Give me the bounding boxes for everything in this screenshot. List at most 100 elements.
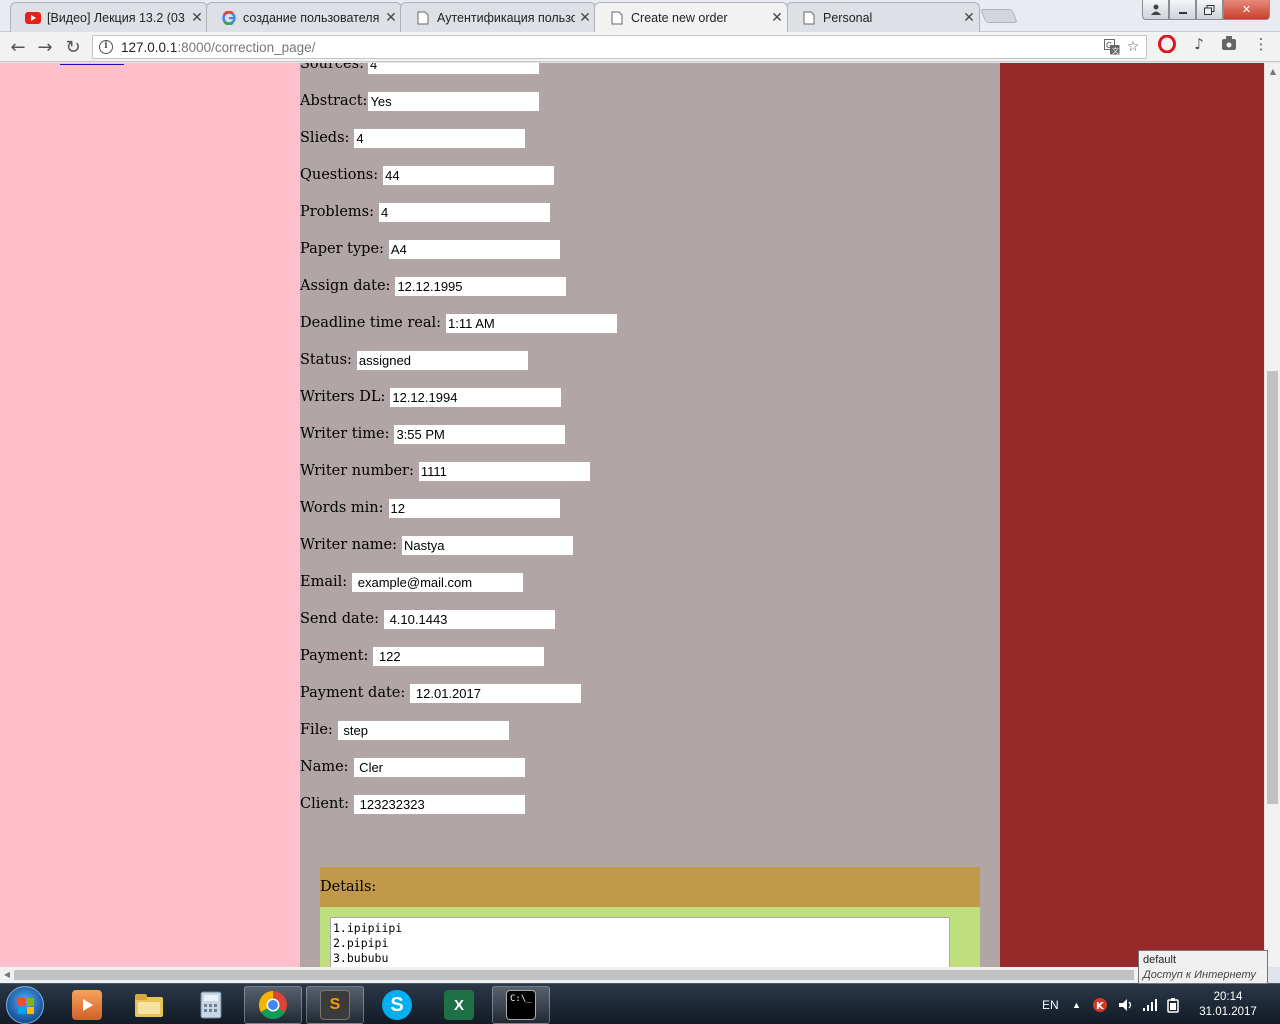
- window-close-button[interactable]: ✕: [1223, 0, 1270, 20]
- left-column: [0, 63, 300, 967]
- address-bar[interactable]: i 127.0.0.1:8000/correction_page/ G文 ☆: [92, 35, 1147, 59]
- field-name: Name: Cler: [300, 757, 525, 777]
- email-input[interactable]: example@mail.com: [352, 572, 524, 592]
- reload-button[interactable]: ↻: [61, 35, 85, 59]
- cmd-icon: C:\_: [506, 990, 536, 1020]
- taskbar-chrome[interactable]: [244, 986, 302, 1024]
- minimize-button[interactable]: [1169, 0, 1196, 20]
- youtube-icon: [25, 10, 41, 26]
- field-paper-type: Paper type: A4: [300, 239, 560, 259]
- user-icon[interactable]: [1142, 0, 1169, 20]
- taskbar-skype[interactable]: S: [368, 986, 426, 1024]
- field-questions: Questions: 44: [300, 165, 555, 185]
- tab-title: создание пользователя: [243, 10, 380, 25]
- taskbar-explorer[interactable]: [120, 986, 178, 1024]
- field-label: Sources:: [300, 63, 364, 72]
- new-tab-button[interactable]: [980, 9, 1018, 23]
- music-icon[interactable]: ♪: [1188, 35, 1210, 57]
- tooltip-title: default: [1143, 954, 1177, 966]
- opera-icon[interactable]: [1156, 34, 1178, 57]
- words-min-input[interactable]: 12: [388, 498, 560, 518]
- tab-authentication[interactable]: Аутентификация пользо ✕: [400, 2, 596, 32]
- power-icon[interactable]: [1166, 984, 1180, 1024]
- close-icon[interactable]: ✕: [959, 9, 979, 26]
- field-label: Payment date:: [300, 685, 406, 701]
- translate-icon[interactable]: G文: [1103, 39, 1121, 57]
- send-date-input[interactable]: 4.10.1443: [383, 609, 555, 629]
- writer-time-input[interactable]: 3:55 PM: [394, 424, 566, 444]
- field-payment: Payment: 122: [300, 646, 545, 666]
- clock-date: 31.01.2017: [1199, 1006, 1257, 1018]
- field-send-date: Send date: 4.10.1443: [300, 609, 555, 629]
- field-label: Assign date:: [300, 278, 391, 294]
- details-line: 1.ipipiipi: [333, 921, 403, 935]
- scroll-left-icon[interactable]: ◀: [0, 967, 14, 983]
- writers-dl-input[interactable]: 12.12.1994: [390, 387, 562, 407]
- field-abstract: Abstract: Yes: [300, 91, 540, 111]
- tab-personal[interactable]: Personal ✕: [786, 2, 980, 32]
- show-hidden-icons-icon[interactable]: ▲: [1072, 984, 1081, 1024]
- field-problems: Problems: 4: [300, 202, 550, 222]
- extension-icon[interactable]: [1218, 35, 1240, 57]
- start-button[interactable]: [6, 986, 44, 1024]
- top-link[interactable]: [60, 63, 124, 65]
- info-icon[interactable]: i: [99, 40, 113, 54]
- paper-type-input[interactable]: A4: [388, 239, 560, 259]
- skype-icon: S: [382, 990, 412, 1020]
- tab-google-search[interactable]: создание пользователя ✕: [206, 2, 402, 32]
- taskbar-calculator[interactable]: [182, 986, 240, 1024]
- network-tooltip: default Доступ к Интернету: [1138, 950, 1268, 984]
- horizontal-scrollbar[interactable]: ◀: [0, 967, 1264, 983]
- tooltip-status: Доступ к Интернету: [1143, 969, 1256, 981]
- field-label: Email:: [300, 574, 348, 590]
- taskbar-excel[interactable]: X: [430, 986, 488, 1024]
- restore-button[interactable]: [1196, 0, 1223, 20]
- details-textarea[interactable]: 1.ipipiipi 2.pipipi 3.bububu: [330, 917, 950, 967]
- name-input[interactable]: Cler: [353, 757, 525, 777]
- payment-date-input[interactable]: 12.01.2017: [410, 683, 582, 703]
- field-writer-name: Writer name: Nastya: [300, 535, 573, 555]
- close-icon[interactable]: ✕: [767, 9, 787, 26]
- horizontal-scroll-thumb[interactable]: [14, 970, 1134, 980]
- writer-name-input[interactable]: Nastya: [401, 535, 573, 555]
- client-input[interactable]: 123232323: [354, 794, 526, 814]
- vertical-scrollbar[interactable]: ▲: [1264, 63, 1280, 967]
- writer-number-input[interactable]: 1111: [418, 461, 590, 481]
- field-label: Name:: [300, 759, 349, 775]
- taskbar-sublime[interactable]: S: [306, 986, 364, 1024]
- vertical-scroll-thumb[interactable]: [1267, 371, 1278, 804]
- status-input[interactable]: assigned: [356, 350, 528, 370]
- file-input[interactable]: step: [337, 720, 509, 740]
- assign-date-input[interactable]: 12.12.1995: [395, 276, 567, 296]
- close-icon[interactable]: ✕: [575, 9, 595, 26]
- field-label: Status:: [300, 352, 352, 368]
- language-indicator[interactable]: EN: [1042, 984, 1059, 1024]
- questions-input[interactable]: 44: [383, 165, 555, 185]
- antivirus-icon[interactable]: K: [1092, 984, 1108, 1024]
- slieds-input[interactable]: 4: [354, 128, 526, 148]
- field-writer-time: Writer time: 3:55 PM: [300, 424, 566, 444]
- field-label: Questions:: [300, 167, 379, 183]
- taskbar-clock[interactable]: 20:14 31.01.2017: [1188, 990, 1268, 1020]
- taskbar-media-player[interactable]: [58, 986, 116, 1024]
- forward-button[interactable]: →: [33, 35, 57, 59]
- network-icon[interactable]: [1142, 984, 1158, 1024]
- explorer-icon: [134, 990, 164, 1020]
- sources-input[interactable]: 4: [367, 63, 539, 74]
- close-icon[interactable]: ✕: [187, 9, 207, 26]
- scroll-up-icon[interactable]: ▲: [1265, 65, 1280, 79]
- deadline-time-input[interactable]: 1:11 AM: [446, 313, 618, 333]
- payment-input[interactable]: 122: [373, 646, 545, 666]
- tab-create-new-order[interactable]: Create new order ✕: [594, 2, 788, 32]
- close-icon[interactable]: ✕: [381, 9, 401, 26]
- volume-icon[interactable]: [1118, 984, 1134, 1024]
- problems-input[interactable]: 4: [379, 202, 550, 222]
- menu-icon[interactable]: ⋮: [1250, 35, 1272, 57]
- abstract-input[interactable]: Yes: [368, 91, 540, 111]
- taskbar-cmd[interactable]: C:\_: [492, 986, 550, 1024]
- bookmark-star-icon[interactable]: ☆: [1124, 39, 1142, 57]
- tab-youtube-lecture[interactable]: [Видео] Лекция 13.2 (03 ✕: [10, 2, 208, 32]
- field-payment-date: Payment date: 12.01.2017: [300, 683, 582, 703]
- clock-time: 20:14: [1213, 991, 1243, 1003]
- back-button[interactable]: ←: [6, 35, 30, 59]
